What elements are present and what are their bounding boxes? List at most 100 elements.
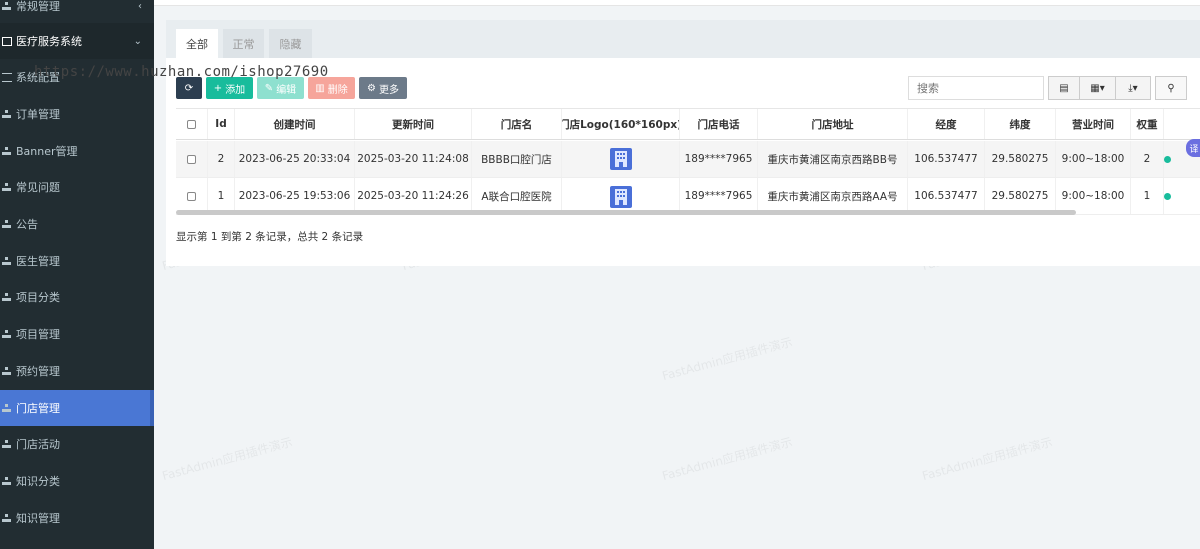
column-header-latitude[interactable]: 纬度 (985, 109, 1056, 139)
sitemap-icon (2, 439, 12, 449)
cell-weight: 2 (1131, 141, 1164, 177)
column-header-created[interactable]: 创建时间 (235, 109, 355, 139)
cell-hours: 9:00~18:00 (1056, 178, 1131, 214)
pencil-icon: ✎ (264, 82, 274, 94)
edit-button[interactable]: ✎ 编辑 (257, 77, 304, 99)
sitemap-icon (2, 476, 12, 486)
sidebar-item-banner[interactable]: Banner管理 (0, 133, 154, 169)
export-dropdown-button[interactable]: ⤓▾ (1115, 76, 1151, 100)
delete-button-label: 删除 (327, 84, 348, 96)
cell-store-logo[interactable] (562, 178, 680, 214)
cell-address: 重庆市黄浦区南京西路AA号 (758, 178, 908, 214)
chevron-down-icon: ⌄ (133, 35, 142, 47)
table-row[interactable]: 2 2023-06-25 20:33:04 2025-03-20 11:24:0… (176, 141, 1200, 178)
sidebar-item-notice[interactable]: 公告 (0, 206, 154, 242)
sitemap-icon (2, 219, 12, 229)
more-button[interactable]: ⚙ 更多 (359, 77, 407, 99)
cell-status[interactable] (1164, 178, 1200, 214)
tab-hidden[interactable]: 隐藏 (269, 29, 312, 58)
tab-normal[interactable]: 正常 (223, 29, 264, 58)
select-all-checkbox[interactable] (187, 119, 196, 129)
sidebar-item-label: 门店管理 (16, 402, 60, 415)
sidebar-item-label: Banner管理 (16, 145, 78, 158)
cell-latitude: 29.580275 (985, 141, 1056, 177)
sidebar-item-doctors[interactable]: 医生管理 (0, 243, 154, 279)
cell-store-name: BBBB口腔门店 (472, 141, 562, 177)
sidebar-item-knowledge-category[interactable]: 知识分类 (0, 463, 154, 499)
overlay-url-text: https://www.huzhan.com/ishop27690 (34, 64, 329, 80)
column-header-store-name[interactable]: 门店名 (472, 109, 562, 139)
building-icon[interactable] (609, 148, 632, 170)
cell-store-logo[interactable] (562, 141, 680, 177)
sidebar-item-label: 项目分类 (16, 291, 60, 304)
sidebar-item-store-events[interactable]: 门店活动 (0, 426, 154, 462)
row-select-cell[interactable] (176, 178, 208, 214)
cell-weight: 1 (1131, 178, 1164, 214)
sidebar-item-faq[interactable]: 常见问题 (0, 169, 154, 205)
translate-badge[interactable]: 译 (1186, 139, 1200, 157)
row-checkbox[interactable] (187, 191, 196, 201)
building-icon[interactable] (609, 186, 632, 208)
add-button-label: 添加 (225, 84, 246, 96)
cell-created: 2023-06-25 19:53:06 (235, 178, 355, 214)
sitemap-icon (2, 256, 12, 266)
sitemap-icon (2, 292, 12, 302)
tab-bar: 全部 正常 隐藏 (166, 20, 1200, 58)
advanced-search-button[interactable]: ⚲ (1155, 76, 1187, 100)
column-header-hours[interactable]: 营业时间 (1056, 109, 1131, 139)
stores-panel: 全部 正常 隐藏 ⟳ + 添加 ✎ 编辑 ▥ 删除 ⚙ 更多 ▤ ▦▾ ⤓▾ ⚲… (166, 20, 1200, 266)
column-header-updated[interactable]: 更新时间 (355, 109, 472, 139)
refresh-icon: ⟳ (184, 82, 194, 94)
top-strip (154, 0, 1200, 6)
cell-created: 2023-06-25 20:33:04 (235, 141, 355, 177)
sliders-icon (2, 72, 12, 82)
sidebar-group-medical[interactable]: 医疗服务系统 ⌄ (0, 23, 154, 59)
horizontal-scrollbar[interactable] (176, 210, 1076, 215)
watermark: FastAdmin应用插件演示 (920, 434, 1055, 484)
column-header-weight[interactable]: 权重 (1131, 109, 1164, 139)
column-header-phone[interactable]: 门店电话 (680, 109, 758, 139)
add-button[interactable]: + 添加 (206, 77, 253, 99)
columns-dropdown-button[interactable]: ▦▾ (1079, 76, 1116, 100)
sidebar-item-label: 知识管理 (16, 512, 60, 525)
table-header: Id 创建时间 更新时间 门店名 门店Logo(160*160px) 门店电话 … (176, 108, 1200, 140)
cell-phone: 189****7965 (680, 178, 758, 214)
search-icon: ⚲ (1167, 82, 1175, 94)
sidebar-item-label: 常规管理 (16, 0, 60, 13)
status-dot-icon[interactable] (1164, 192, 1171, 200)
row-select-cell[interactable] (176, 141, 208, 177)
delete-button[interactable]: ▥ 删除 (308, 77, 355, 99)
cell-address: 重庆市黄浦区南京西路BB号 (758, 141, 908, 177)
cell-id: 2 (208, 141, 235, 177)
sidebar-item-label: 公告 (16, 218, 38, 231)
sitemap-icon (2, 109, 12, 119)
search-input[interactable] (908, 76, 1044, 100)
sidebar-item-projects[interactable]: 项目管理 (0, 316, 154, 352)
column-header-address[interactable]: 门店地址 (758, 109, 908, 139)
column-header-id[interactable]: Id (208, 109, 235, 139)
sidebar-item-label: 常见问题 (16, 181, 60, 194)
select-all-cell[interactable] (176, 109, 208, 139)
sidebar-item-general[interactable]: 常规管理 ‹ (0, 0, 154, 24)
sidebar-item-knowledge[interactable]: 知识管理 (0, 500, 154, 536)
gear-icon: ⚙ (367, 82, 376, 94)
sidebar-item-project-category[interactable]: 项目分类 (0, 279, 154, 315)
status-dot-icon[interactable] (1164, 155, 1171, 163)
sidebar-item-appointments[interactable]: 预约管理 (0, 353, 154, 389)
column-header-store-logo[interactable]: 门店Logo(160*160px) (562, 109, 680, 139)
sidebar-item-label: 医生管理 (16, 255, 60, 268)
menu-icon (2, 1, 12, 11)
trash-icon: ▥ (315, 82, 325, 94)
sidebar-group-label: 医疗服务系统 (16, 35, 82, 48)
more-button-label: 更多 (378, 84, 399, 96)
sidebar-item-stores[interactable]: 门店管理 (0, 390, 154, 426)
cell-id: 1 (208, 178, 235, 214)
toggle-view-button[interactable]: ▤ (1048, 76, 1080, 100)
sidebar-item-orders[interactable]: 订单管理 (0, 96, 154, 132)
cell-updated: 2025-03-20 11:24:26 (355, 178, 472, 214)
refresh-button[interactable]: ⟳ (176, 77, 202, 99)
tab-all[interactable]: 全部 (176, 29, 218, 58)
row-checkbox[interactable] (187, 154, 196, 164)
sidebar-item-label: 订单管理 (16, 108, 60, 121)
column-header-longitude[interactable]: 经度 (908, 109, 985, 139)
